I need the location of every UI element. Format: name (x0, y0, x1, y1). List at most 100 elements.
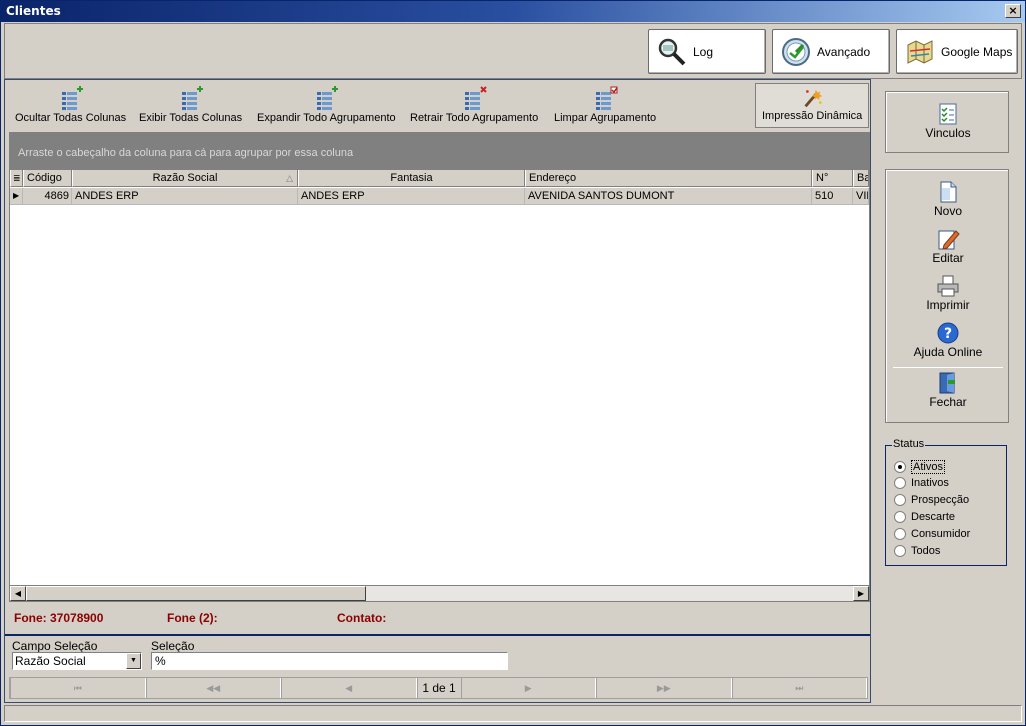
radio-icon (894, 494, 906, 506)
column-header-bairro[interactable]: Ba (853, 170, 869, 187)
table-cell-razao-social[interactable]: ANDES ERP (72, 188, 298, 205)
table-cell-bairro[interactable]: VIL (853, 188, 869, 205)
editar-button[interactable]: Editar (886, 227, 1010, 265)
table-cell-endereco[interactable]: AVENIDA SANTOS DUMONT (525, 188, 812, 205)
avancado-button[interactable]: Avançado (772, 29, 890, 74)
status-option-label: Prospecção (911, 494, 970, 506)
row-indicator-icon: ▶ (10, 188, 23, 205)
editar-label: Editar (932, 251, 964, 265)
first-page-button[interactable]: ⏮ (10, 678, 146, 698)
dynamic-print-label: Impressão Dinâmica (762, 110, 863, 122)
clients-grid: Arraste o cabeçalho da coluna para cá pa… (9, 132, 870, 602)
status-option-label: Todos (911, 545, 941, 557)
fone2-info: Fone (2): (167, 611, 218, 625)
radio-icon (894, 528, 906, 540)
fechar-label: Fechar (929, 395, 967, 409)
clear-grouping-label: Limpar Agrupamento (554, 112, 657, 124)
next-page-button[interactable]: ▶ (460, 678, 596, 698)
page-indicator: 1 de 1 (416, 678, 461, 698)
campo-selecao-label: Campo Seleção (12, 639, 98, 653)
map-icon (907, 39, 933, 64)
exit-door-icon (939, 372, 955, 394)
imprimir-button[interactable]: Imprimir (886, 274, 1010, 312)
scroll-thumb[interactable] (26, 586, 366, 601)
column-header-razao-social[interactable]: Razão Social △ (72, 170, 298, 187)
column-header-numero[interactable]: N° (812, 170, 853, 187)
novo-button[interactable]: Novo (886, 180, 1010, 218)
close-button[interactable]: × (1005, 4, 1021, 18)
tree-collapse-icon (465, 86, 487, 110)
ajuda-label: Ajuda Online (913, 345, 983, 359)
status-option-todos[interactable]: Todos (894, 545, 940, 557)
radio-icon (894, 477, 906, 489)
columns-add-icon (181, 86, 203, 110)
title-bar: Clientes × (1, 1, 1025, 22)
selecao-input[interactable]: % (151, 652, 508, 670)
status-legend: Status (892, 438, 926, 450)
status-option-descarte[interactable]: Descarte (894, 511, 955, 523)
prev-page-button[interactable]: ◀ (281, 678, 417, 698)
status-option-ativos[interactable]: Ativos (894, 460, 945, 474)
status-option-label: Consumidor (911, 528, 971, 540)
expand-all-button[interactable]: Expandir Todo Agrupamento (257, 86, 396, 124)
separator (893, 367, 1003, 368)
last-page-button[interactable]: ⏭ (731, 678, 867, 698)
scroll-right-arrow-icon[interactable]: ▶ (853, 586, 869, 601)
selecao-label: Seleção (151, 639, 195, 653)
avancado-label: Avançado (817, 44, 871, 59)
prev-block-button[interactable]: ◀◀ (145, 678, 281, 698)
table-cell-fantasia[interactable]: ANDES ERP (298, 188, 525, 205)
status-option-label: Descarte (911, 511, 956, 523)
columns-add-icon (61, 86, 83, 110)
magnifier-icon (658, 38, 686, 65)
dynamic-print-button[interactable]: Impressão Dinâmica (755, 83, 870, 128)
clear-grouping-button[interactable]: Limpar Agrupamento (554, 86, 656, 124)
horizontal-scrollbar[interactable]: ◀ ▶ (9, 585, 870, 602)
scroll-left-arrow-icon[interactable]: ◀ (10, 586, 26, 601)
main-panel: Ocultar Todas Colunas Exibir Todas Colun… (4, 79, 871, 703)
show-all-columns-button[interactable]: Exibir Todas Colunas (139, 86, 242, 124)
campo-selecao-value: Razão Social (15, 654, 86, 668)
status-option-consumidor[interactable]: Consumidor (894, 528, 970, 540)
pager: ⏮ ◀◀ ◀ 1 de 1 ▶ ▶▶ ⏭ (9, 677, 868, 699)
log-button[interactable]: Log (648, 29, 766, 74)
divider (5, 634, 870, 636)
log-label: Log (693, 44, 714, 59)
actions-box: Novo Editar Imprimir ? Ajuda Online Fech… (885, 169, 1009, 423)
razao-social-label: Razão Social (152, 172, 218, 184)
contato-info: Contato: (337, 611, 387, 625)
group-drop-zone[interactable]: Arraste o cabeçalho da coluna para cá pa… (10, 133, 869, 170)
fone-info: Fone: 37078900 (14, 611, 104, 625)
help-icon: ? (937, 322, 959, 344)
radio-icon (894, 511, 906, 523)
hide-all-columns-button[interactable]: Ocultar Todas Colunas (15, 86, 126, 124)
status-option-label: Inativos (911, 477, 949, 489)
status-option-prospeccao[interactable]: Prospecção (894, 494, 969, 506)
chevron-down-icon[interactable]: ▼ (126, 653, 141, 669)
vinculos-button[interactable]: Vinculos (886, 102, 1010, 140)
grid-toolbar: Ocultar Todas Colunas Exibir Todas Colun… (5, 80, 870, 130)
status-option-inativos[interactable]: Inativos (894, 477, 949, 489)
table-cell-numero[interactable]: 510 (812, 188, 853, 205)
checklist-icon (939, 103, 957, 125)
table-cell-codigo[interactable]: 4869 (23, 188, 72, 205)
expand-all-label: Expandir Todo Agrupamento (257, 112, 396, 124)
fechar-button[interactable]: Fechar (886, 371, 1010, 409)
svg-text:?: ? (944, 326, 952, 342)
column-header-codigo[interactable]: Código (23, 170, 72, 187)
radio-selected-icon (894, 461, 906, 473)
new-document-icon (940, 181, 957, 203)
column-chooser-icon[interactable]: ≣ (10, 170, 23, 187)
google-maps-button[interactable]: Google Maps (896, 29, 1018, 74)
edit-pencil-icon (938, 230, 960, 250)
window-status-bar (4, 705, 1022, 722)
campo-selecao-select[interactable]: Razão Social ▼ (12, 652, 142, 670)
column-header-endereco[interactable]: Endereço (525, 170, 812, 187)
collapse-all-button[interactable]: Retrair Todo Agrupamento (410, 86, 538, 124)
next-block-button[interactable]: ▶▶ (596, 678, 732, 698)
ajuda-online-button[interactable]: ? Ajuda Online (886, 321, 1010, 359)
column-header-fantasia[interactable]: Fantasia (298, 170, 525, 187)
clientes-window: Clientes × Log Avançado Google Maps Ocul… (0, 0, 1026, 726)
vinculos-label: Vinculos (925, 126, 971, 140)
vinculos-box: Vinculos (885, 91, 1009, 153)
